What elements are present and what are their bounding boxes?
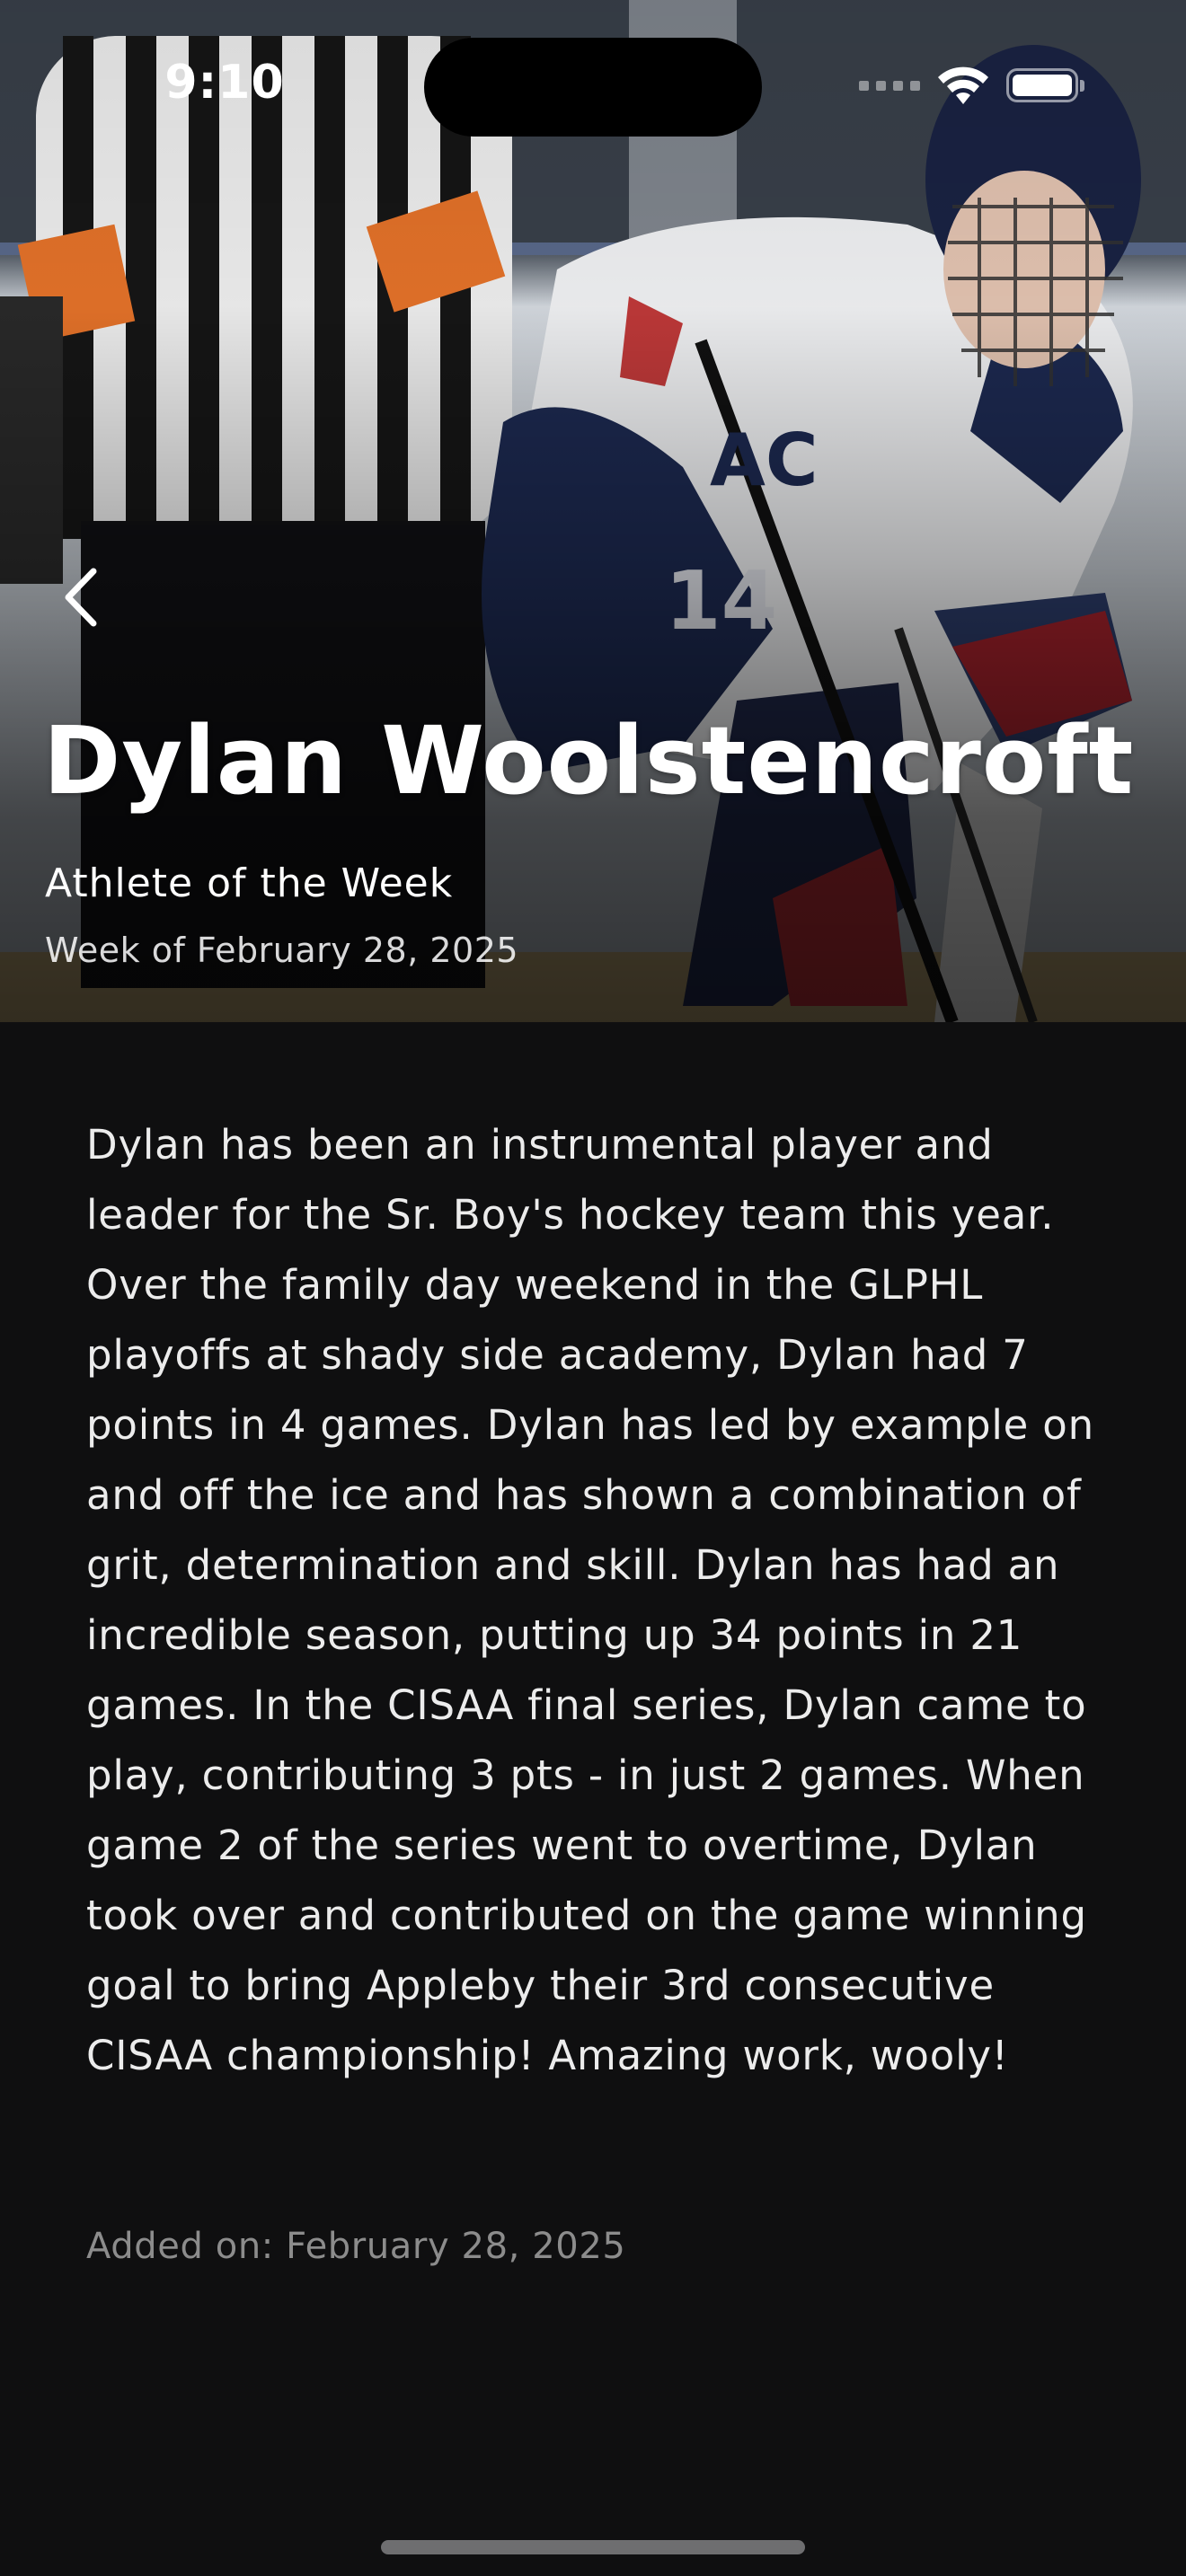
status-time: 9:10 xyxy=(164,56,285,110)
battery-icon xyxy=(1006,68,1084,102)
wifi-icon xyxy=(938,66,988,104)
status-icons xyxy=(859,63,1084,108)
added-on-date: Added on: February 28, 2025 xyxy=(86,2226,626,2267)
athlete-name: Dylan Woolstencroft xyxy=(43,706,1135,816)
athlete-description: Dylan has been an instrumental player an… xyxy=(86,1121,1094,2079)
athlete-detail-screen: AC 14 9:10 Dylan Wo xyxy=(0,0,1186,2576)
award-title: Athlete of the Week xyxy=(45,860,454,906)
week-label: Week of February 28, 2025 xyxy=(45,931,519,970)
home-indicator[interactable] xyxy=(381,2540,805,2554)
battery-fill xyxy=(1013,75,1072,96)
hero-banner: AC 14 9:10 Dylan Wo xyxy=(0,0,1186,1022)
cellular-dots-icon xyxy=(859,80,920,91)
chevron-left-icon xyxy=(65,568,97,627)
dynamic-island xyxy=(424,38,762,137)
back-button[interactable] xyxy=(45,557,117,638)
